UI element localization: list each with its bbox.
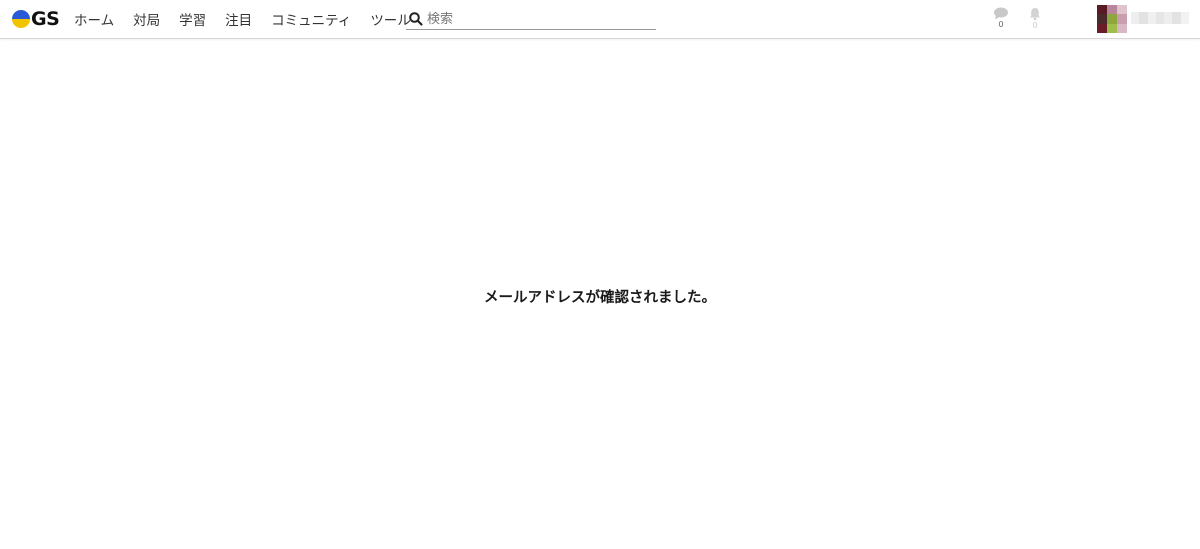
username-blurred[interactable] xyxy=(1131,12,1189,24)
bell-icon xyxy=(1030,8,1040,21)
search-icon[interactable] xyxy=(408,11,424,27)
nav-link-home[interactable]: ホーム xyxy=(74,9,114,29)
nav-link-play[interactable]: 対局 xyxy=(133,9,160,29)
nav-link-community[interactable]: コミュニティ xyxy=(271,9,351,29)
notification-count: 0 xyxy=(1032,21,1038,30)
chat-bubble-icon xyxy=(994,7,1008,20)
top-navbar: GS ホーム 対局 学習 注目 コミュニティ ツール 0 0 xyxy=(0,0,1200,39)
logo-mark-icon xyxy=(12,10,30,28)
main-nav: ホーム 対局 学習 注目 コミュニティ ツール xyxy=(74,0,430,38)
nav-link-learn[interactable]: 学習 xyxy=(179,9,206,29)
user-avatar[interactable] xyxy=(1097,5,1127,33)
logo-text: GS xyxy=(31,8,60,30)
nav-link-watch[interactable]: 注目 xyxy=(225,9,252,29)
notifications-button[interactable]: 0 xyxy=(1026,7,1044,33)
search-input[interactable] xyxy=(427,9,647,29)
site-logo[interactable]: GS xyxy=(12,8,60,30)
nav-link-tools[interactable]: ツール xyxy=(370,9,411,29)
chat-button[interactable]: 0 xyxy=(992,7,1010,33)
confirmation-message: メールアドレスが確認されました。 xyxy=(484,290,716,306)
search-bar xyxy=(406,9,656,30)
chat-count: 0 xyxy=(998,20,1004,29)
